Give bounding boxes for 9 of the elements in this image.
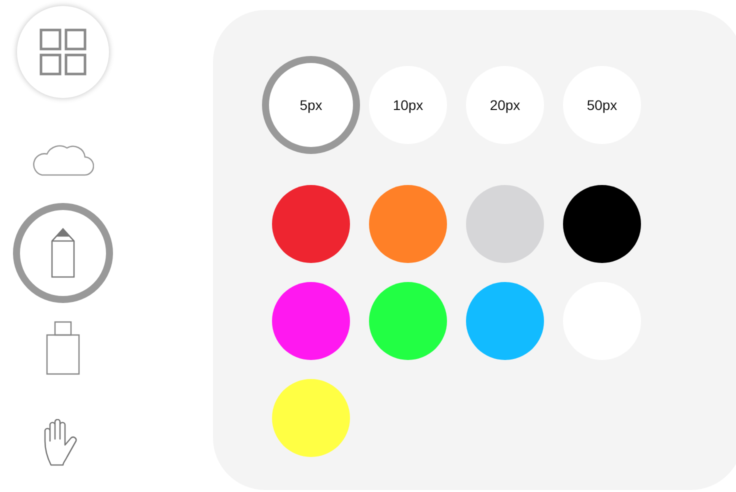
grid-icon [38,28,86,76]
brush-size-button[interactable]: 50px [563,66,641,144]
tool-button[interactable] [12,202,112,302]
brush-size-button[interactable]: 20px [466,66,544,144]
brush-size-button[interactable]: 10px [369,66,447,144]
brush-size-button[interactable]: 5px [262,56,360,154]
eraser-icon [46,320,80,374]
pencil-icon [50,226,76,278]
tool-button[interactable] [16,6,108,98]
